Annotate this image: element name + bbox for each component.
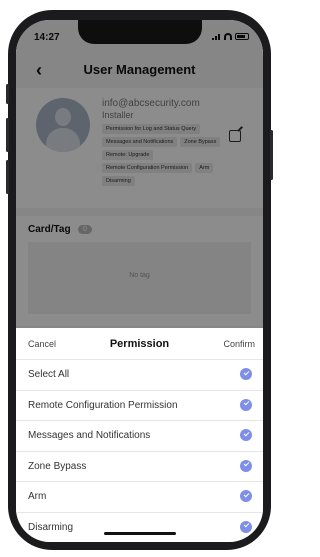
checkmark-icon[interactable] [240, 520, 252, 533]
option-label: Arm [28, 491, 47, 502]
volume-up-button [6, 118, 9, 152]
option-label: Select All [28, 369, 70, 380]
checkmark-icon[interactable] [240, 398, 252, 411]
option-disarming[interactable]: Disarming [16, 513, 263, 543]
option-arm[interactable]: Arm [16, 482, 263, 513]
power-button [270, 130, 273, 180]
option-remote-configuration-permission[interactable]: Remote Configuration Permission [16, 391, 263, 421]
checkmark-icon[interactable] [240, 368, 252, 380]
option-label: Messages and Notifications [28, 430, 151, 441]
permission-bottom-sheet: Cancel Permission Confirm Select All Rem… [16, 328, 263, 542]
option-label: Zone Bypass [28, 460, 87, 472]
option-label: Remote Configuration Permission [28, 399, 178, 411]
phone-screen: 14:27 ‹ User Management info@abcsecurity… [16, 20, 263, 542]
option-select-all[interactable]: Select All [16, 360, 263, 391]
option-zone-bypass[interactable]: Zone Bypass [16, 452, 263, 482]
checkmark-icon[interactable] [240, 459, 252, 472]
home-indicator[interactable] [104, 532, 176, 535]
mute-switch [6, 84, 9, 104]
option-messages-and-notifications[interactable]: Messages and Notifications [16, 421, 263, 452]
checkmark-icon[interactable] [240, 429, 252, 441]
checkmark-icon[interactable] [240, 490, 252, 502]
sheet-header: Cancel Permission Confirm [16, 328, 263, 360]
volume-down-button [6, 160, 9, 194]
confirm-button[interactable]: Confirm [223, 339, 255, 349]
option-label: Disarming [28, 521, 74, 533]
